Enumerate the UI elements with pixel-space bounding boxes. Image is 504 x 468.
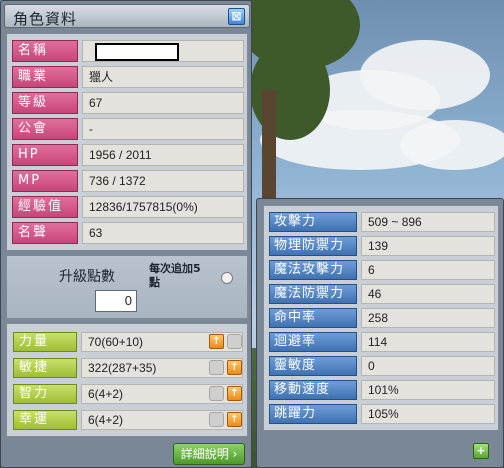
character-info-window: 角色資料 ⊠ 名稱 職業 獵人 等級 67 公會 - HP 1956 / 201… [0,0,252,468]
stat-label: 幸運 [13,410,77,430]
info-label: 經驗值 [12,196,78,218]
detail-row: 靈敏度 0 [269,356,495,376]
detail-row: 移動速度 101% [269,380,495,400]
info-value: 67 [82,92,244,114]
ability-points-value: 0 [95,290,137,312]
detail-row: 物理防禦力 139 [269,236,495,256]
info-row-fame: 名聲 63 [12,222,244,244]
close-button[interactable]: ⊠ [228,8,245,25]
info-row-hp: HP 1956 / 2011 [12,144,244,166]
detail-label: 迴避率 [269,332,357,352]
stats-panel: 力量 70(60+10) ↑ 敏捷 322(287+35) ↑ 智力 6(4+2… [6,323,248,437]
detail-label: 跳躍力 [269,404,357,424]
detail-row: 迴避率 114 [269,332,495,352]
stat-row-int: 智力 6(4+2) ↑ [13,384,243,404]
info-value: 63 [82,222,244,244]
info-value: 1956 / 2011 [82,144,244,166]
detail-corner-button[interactable]: + [473,443,489,459]
increase-luk-button[interactable]: ↑ [227,412,242,427]
info-row-exp: 經驗值 12836/1757815(0%) [12,196,244,218]
stat-row-luk: 幸運 6(4+2) ↑ [13,410,243,430]
info-value: 獵人 [82,66,244,88]
detail-label: 物理防禦力 [269,236,357,256]
detail-stats-window: 攻擊力 509 ~ 896 物理防禦力 139 魔法攻擊力 6 魔法防禦力 46… [256,198,504,468]
window-title-bar[interactable]: 角色資料 ⊠ [4,4,250,28]
detail-value: 258 [361,308,495,328]
detail-value: 105% [361,404,495,424]
info-row-level: 等級 67 [12,92,244,114]
info-row-guild: 公會 - [12,118,244,140]
tree-trunk [262,90,276,200]
detail-value: 509 ~ 896 [361,212,495,232]
detail-label: 命中率 [269,308,357,328]
stat-slot [209,386,224,401]
detail-value: 6 [361,260,495,280]
detail-label: 靈敏度 [269,356,357,376]
ability-points-panel: 升級點數 0 每次追加5點 [6,255,248,319]
cloud [360,40,490,110]
detail-button[interactable]: 詳細說明 › [173,443,245,465]
detail-row: 魔法防禦力 46 [269,284,495,304]
auto-assign-label: 每次追加5點 [149,262,201,289]
increase-int-button[interactable]: ↑ [227,386,242,401]
info-value: - [82,118,244,140]
stat-label: 智力 [13,384,77,404]
info-label: 等級 [12,92,78,114]
stat-slot [227,334,242,349]
info-row-job: 職業 獵人 [12,66,244,88]
info-value-name [82,40,244,62]
info-value: 12836/1757815(0%) [82,196,244,218]
detail-row: 命中率 258 [269,308,495,328]
stat-row-dex: 敏捷 322(287+35) ↑ [13,358,243,378]
detail-label: 移動速度 [269,380,357,400]
info-label: MP [12,170,78,192]
info-label: 名聲 [12,222,78,244]
info-row-name: 名稱 [12,40,244,62]
detail-label: 魔法攻擊力 [269,260,357,280]
detail-row: 魔法攻擊力 6 [269,260,495,280]
detail-value: 46 [361,284,495,304]
increase-str-button[interactable]: ↑ [209,334,224,349]
detail-value: 101% [361,380,495,400]
info-value: 736 / 1372 [82,170,244,192]
detail-value: 0 [361,356,495,376]
stat-slot [209,412,224,427]
detail-stats-panel: 攻擊力 509 ~ 896 物理防禦力 139 魔法攻擊力 6 魔法防禦力 46… [263,205,499,431]
character-name-box [95,43,179,61]
info-row-mp: MP 736 / 1372 [12,170,244,192]
stat-label: 敏捷 [13,358,77,378]
auto-assign-toggle[interactable] [221,272,233,284]
detail-label: 魔法防禦力 [269,284,357,304]
ability-points-label: 升級點數 [59,269,115,285]
cloud [400,120,504,170]
stat-slot [209,360,224,375]
info-label: HP [12,144,78,166]
detail-value: 114 [361,332,495,352]
detail-value: 139 [361,236,495,256]
detail-row: 跳躍力 105% [269,404,495,424]
detail-row: 攻擊力 509 ~ 896 [269,212,495,232]
info-label: 公會 [12,118,78,140]
info-label: 名稱 [12,40,78,62]
basic-info-panel: 名稱 職業 獵人 等級 67 公會 - HP 1956 / 2011 MP 73… [6,33,248,251]
detail-label: 攻擊力 [269,212,357,232]
window-title: 角色資料 [13,10,78,28]
stat-row-str: 力量 70(60+10) ↑ [13,332,243,352]
stat-label: 力量 [13,332,77,352]
info-label: 職業 [12,66,78,88]
increase-dex-button[interactable]: ↑ [227,360,242,375]
